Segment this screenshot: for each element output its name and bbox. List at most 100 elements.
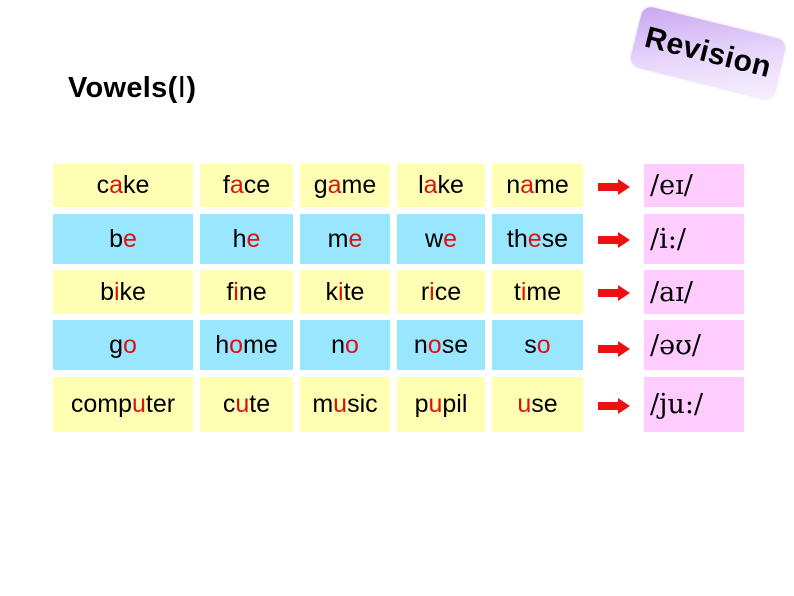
right-arrow-icon bbox=[598, 341, 630, 357]
word-part: n bbox=[413, 330, 428, 359]
word-cell: so bbox=[492, 320, 583, 370]
word-cell: comp u ter bbox=[53, 377, 193, 432]
word-part: ce bbox=[434, 277, 462, 306]
word-cell: p u pil bbox=[397, 377, 485, 432]
word-cell: n a me bbox=[492, 164, 583, 207]
highlighted-vowel: e bbox=[443, 224, 457, 253]
highlighted-vowel: u bbox=[428, 390, 443, 418]
word-cell: l a ke bbox=[397, 164, 485, 207]
word-part: pil bbox=[442, 390, 468, 418]
word-cell: g a me bbox=[300, 164, 390, 207]
word-cell: h o me bbox=[200, 320, 293, 370]
word-part: se bbox=[441, 330, 469, 359]
word-part: c bbox=[96, 171, 110, 199]
word-cell: th e se bbox=[492, 214, 583, 264]
highlighted-vowel: e bbox=[348, 224, 363, 253]
word-part: m bbox=[312, 390, 334, 418]
word-part: c bbox=[222, 390, 236, 418]
word-part: th bbox=[506, 224, 528, 253]
word-cell: t i me bbox=[492, 270, 583, 314]
word-part: comp bbox=[70, 390, 133, 418]
word-cell: go bbox=[53, 320, 193, 370]
word-cell: c u te bbox=[200, 377, 293, 432]
word-part: w bbox=[425, 224, 444, 253]
word-cell: r i ce bbox=[397, 270, 485, 314]
phonetic-symbol: /i:/ bbox=[644, 214, 744, 264]
word-cell: f i ne bbox=[200, 270, 293, 314]
highlighted-vowel: u bbox=[517, 390, 532, 418]
word-cell: c a ke bbox=[53, 164, 193, 207]
word-part: me bbox=[534, 171, 569, 199]
highlighted-vowel: e bbox=[246, 224, 261, 253]
word-part: ke bbox=[119, 277, 146, 306]
word-part: n bbox=[506, 171, 521, 199]
word-part: g bbox=[109, 330, 123, 359]
highlighted-vowel: e bbox=[123, 224, 137, 253]
word-part: s bbox=[524, 330, 537, 359]
word-part: ke bbox=[437, 171, 464, 199]
title-text: Vowels( bbox=[68, 72, 178, 104]
word-cell: he bbox=[200, 214, 293, 264]
word-part: me bbox=[526, 277, 562, 306]
right-arrow-icon bbox=[598, 285, 630, 301]
revision-label: Revision bbox=[641, 20, 775, 85]
word-part: b bbox=[109, 224, 123, 253]
word-cell: we bbox=[397, 214, 485, 264]
phonetic-symbol: /əʊ/ bbox=[644, 320, 744, 370]
highlighted-vowel: a bbox=[229, 171, 244, 199]
word-part: me bbox=[341, 171, 377, 199]
revision-badge: Revision bbox=[628, 5, 788, 101]
word-part: h bbox=[232, 224, 247, 253]
highlighted-vowel: a bbox=[423, 171, 438, 199]
phonetic-symbol: /ju:/ bbox=[644, 377, 744, 432]
highlighted-vowel: a bbox=[327, 171, 342, 199]
highlighted-vowel: a bbox=[520, 171, 535, 199]
word-part: p bbox=[414, 390, 429, 418]
word-part: t bbox=[513, 277, 521, 306]
word-cell: no bbox=[300, 320, 390, 370]
word-cell: be bbox=[53, 214, 193, 264]
word-part: ter bbox=[145, 390, 176, 418]
highlighted-vowel: u bbox=[235, 390, 250, 418]
word-part: r bbox=[420, 277, 430, 306]
page-title: Vowels(Ⅰ) bbox=[68, 70, 196, 105]
highlighted-vowel: o bbox=[345, 330, 359, 359]
word-part: g bbox=[313, 171, 328, 199]
word-part: b bbox=[100, 277, 114, 306]
highlighted-vowel: u bbox=[132, 390, 146, 418]
word-part: te bbox=[249, 390, 271, 418]
right-arrow-icon bbox=[598, 179, 630, 195]
word-part: sic bbox=[347, 390, 378, 418]
highlighted-vowel: o bbox=[427, 330, 442, 359]
phonetic-symbol: /aɪ/ bbox=[644, 270, 744, 314]
word-part: ne bbox=[238, 277, 267, 306]
word-cell: u se bbox=[492, 377, 583, 432]
right-arrow-icon bbox=[598, 398, 630, 414]
word-part: se bbox=[541, 224, 569, 253]
word-part: ke bbox=[123, 171, 150, 199]
word-part: f bbox=[222, 171, 230, 199]
word-part: k bbox=[325, 277, 339, 306]
word-cell: me bbox=[300, 214, 390, 264]
highlighted-vowel: u bbox=[333, 390, 348, 418]
highlighted-vowel: o bbox=[123, 330, 137, 359]
highlighted-vowel: a bbox=[109, 171, 123, 199]
word-part: me bbox=[243, 330, 278, 359]
word-part: m bbox=[327, 224, 349, 253]
word-cell: b i ke bbox=[53, 270, 193, 314]
word-cell: m u sic bbox=[300, 377, 390, 432]
word-part: te bbox=[343, 277, 365, 306]
highlighted-vowel: e bbox=[527, 224, 542, 253]
word-cell: n o se bbox=[397, 320, 485, 370]
word-part: f bbox=[226, 277, 234, 306]
word-part: h bbox=[215, 330, 230, 359]
highlighted-vowel: o bbox=[536, 330, 551, 359]
word-part: se bbox=[531, 390, 558, 418]
highlighted-vowel: o bbox=[229, 330, 244, 359]
word-part: n bbox=[331, 330, 345, 359]
word-cell: f a ce bbox=[200, 164, 293, 207]
phonetic-symbol: /eɪ/ bbox=[644, 164, 744, 207]
title-close: ) bbox=[186, 72, 197, 104]
word-cell: k i te bbox=[300, 270, 390, 314]
word-part: ce bbox=[243, 171, 271, 199]
